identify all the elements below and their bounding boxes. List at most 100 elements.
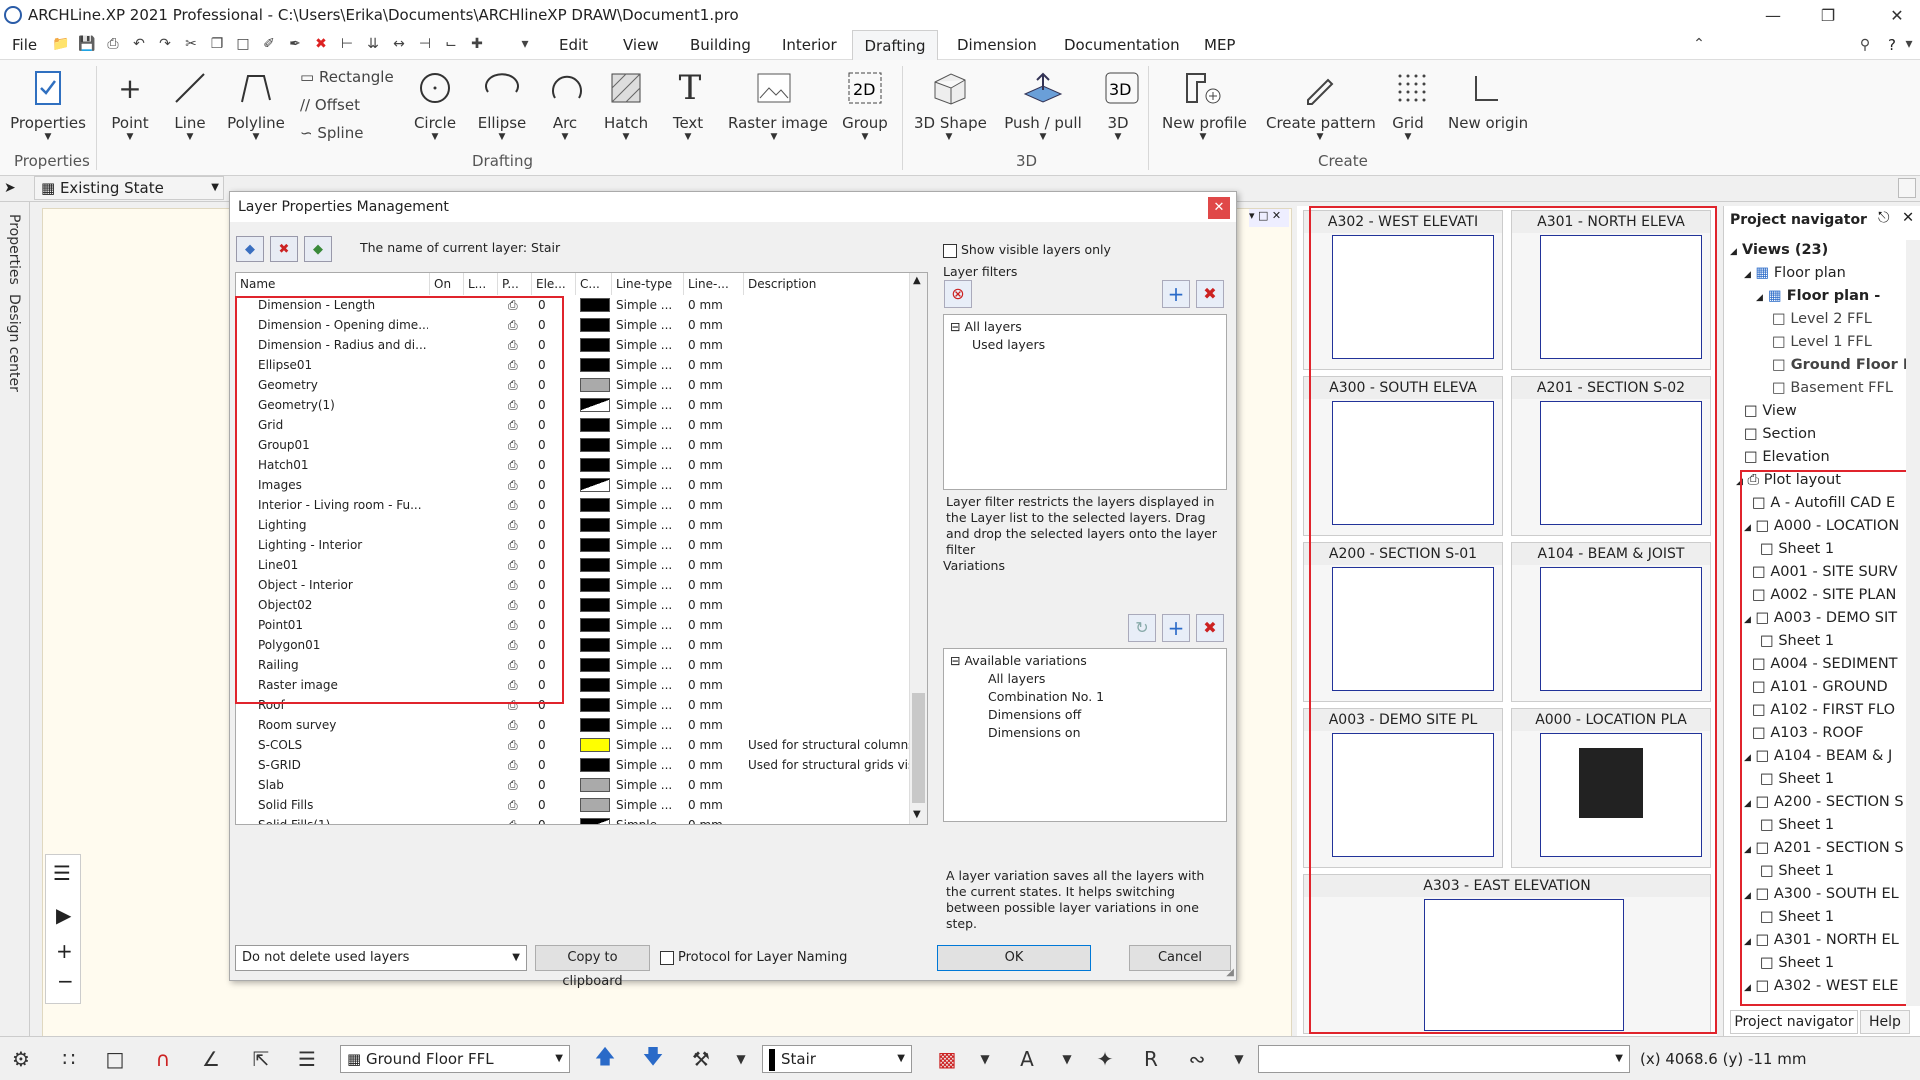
line-width[interactable]: 0 mm xyxy=(688,735,742,755)
close-icon[interactable]: ✕ xyxy=(1874,0,1920,30)
eraser-icon[interactable]: ▩ xyxy=(930,1043,964,1075)
column-header[interactable]: C... xyxy=(576,273,612,295)
column-header[interactable]: Line-... xyxy=(684,273,744,295)
line-width[interactable]: 0 mm xyxy=(688,615,742,635)
color-swatch[interactable] xyxy=(580,798,610,812)
menu-interior[interactable]: Interior xyxy=(776,30,843,60)
command-input[interactable]: ▼ xyxy=(1258,1045,1630,1073)
printer-icon[interactable]: ⎙ xyxy=(508,795,526,815)
properties-tab[interactable]: Properties xyxy=(6,214,22,285)
column-header[interactable]: Ele... xyxy=(532,273,576,295)
spline-button[interactable]: ∽ Spline xyxy=(300,124,363,142)
chevron-down-icon[interactable]: ▼ xyxy=(1222,1043,1256,1075)
line-type[interactable]: Simple ... xyxy=(616,735,682,755)
navigator-item[interactable]: □ Level 1 FFL xyxy=(1772,334,1872,350)
delete-filter-button[interactable]: ✖ xyxy=(1196,280,1224,308)
floor-up-icon[interactable]: 🡅 xyxy=(588,1043,622,1075)
hammer-3d-icon[interactable]: ⚒ xyxy=(684,1043,718,1075)
navigator-item[interactable]: □ Basement FFL xyxy=(1772,380,1893,396)
rectangle-button[interactable]: ▭ Rectangle xyxy=(300,68,394,86)
layer-select[interactable]: Stair ▼ xyxy=(762,1045,912,1073)
line-width[interactable]: 0 mm xyxy=(688,395,742,415)
delete-variation-button[interactable]: ✖ xyxy=(1196,614,1224,642)
line-width[interactable]: 0 mm xyxy=(688,475,742,495)
point-button[interactable]: + Point ▼ xyxy=(108,66,152,150)
variation-item[interactable]: All layers xyxy=(988,671,1045,686)
line-width[interactable]: 0 mm xyxy=(688,775,742,795)
copy-clipboard-button[interactable]: Copy to clipboard xyxy=(535,945,650,989)
line-width[interactable]: 0 mm xyxy=(688,595,742,615)
group-button[interactable]: 2D Group ▼ xyxy=(842,66,888,150)
line-type[interactable]: Simple ... xyxy=(616,295,682,315)
zoom-in-icon[interactable]: + xyxy=(56,939,73,963)
printer-icon[interactable]: ⎙ xyxy=(508,815,526,824)
variation-item[interactable]: Dimensions on xyxy=(988,725,1081,740)
floor-down-icon[interactable]: 🡇 xyxy=(636,1043,670,1075)
state-dropdown[interactable]: ▦ Existing State ▼ xyxy=(34,176,224,200)
polyline-button[interactable]: Polyline ▼ xyxy=(226,66,286,150)
table-row[interactable]: ◆S-COLS●🔒⎙0Simple ...0 mmUsed for struct… xyxy=(236,735,910,755)
angle-icon[interactable]: ∠ xyxy=(194,1043,228,1075)
table-row[interactable]: ◆S-GRID●🔒⎙0Simple ...0 mmUsed for struct… xyxy=(236,755,910,775)
corner-icon[interactable]: ⌙ xyxy=(442,35,460,53)
line-width[interactable]: 0 mm xyxy=(688,795,742,815)
zoom-out-icon[interactable]: − xyxy=(57,969,74,993)
line-width[interactable]: 0 mm xyxy=(688,755,742,775)
pin-icon[interactable]: ➤ xyxy=(4,180,16,196)
scroll-down-icon[interactable]: ▼ xyxy=(913,809,921,820)
pin-icon[interactable]: ⎋ xyxy=(1878,210,1889,226)
undo-icon[interactable]: ↶ xyxy=(130,35,148,53)
line-width[interactable]: 0 mm xyxy=(688,715,742,735)
print-icon[interactable]: ⎙ xyxy=(104,35,122,53)
variation-root[interactable]: ⊟ Available variations xyxy=(950,653,1087,668)
line-type[interactable]: Simple ... xyxy=(616,675,682,695)
cut-icon[interactable]: ✂ xyxy=(182,35,200,53)
column-header[interactable]: P... xyxy=(498,273,532,295)
navigator-item[interactable]: ◢ ▦ Floor plan xyxy=(1744,265,1846,281)
design-center-tab[interactable]: Design center xyxy=(6,294,22,392)
navigator-item[interactable]: □ Section xyxy=(1744,426,1816,442)
select-icon[interactable]: ⇱ xyxy=(244,1043,278,1075)
show-visible-checkbox[interactable]: Show visible layers only xyxy=(943,242,1111,258)
menu-edit[interactable]: Edit xyxy=(553,30,594,60)
line-width[interactable]: 0 mm xyxy=(688,815,742,824)
line-type[interactable]: Simple ... xyxy=(616,635,682,655)
line-type[interactable]: Simple ... xyxy=(616,775,682,795)
line-type[interactable]: Simple ... xyxy=(616,375,682,395)
frame-icon[interactable]: □ xyxy=(98,1043,132,1075)
line-type[interactable]: Simple ... xyxy=(616,495,682,515)
line-type[interactable]: Simple ... xyxy=(616,355,682,375)
collapse-ribbon-icon[interactable]: ⌃ xyxy=(1690,35,1708,53)
column-header[interactable]: On xyxy=(430,273,464,295)
table-row[interactable]: ◆Solid Fills●🔒⎙0Simple ...0 mm xyxy=(236,795,910,815)
ellipse-button[interactable]: Ellipse ▼ xyxy=(476,66,528,150)
line-type[interactable]: Simple ... xyxy=(616,755,682,775)
line-width[interactable]: 0 mm xyxy=(688,655,742,675)
navigator-item[interactable]: □ Level 2 FFL xyxy=(1772,311,1872,327)
color-swatch[interactable] xyxy=(580,478,610,492)
line-type[interactable]: Simple ... xyxy=(616,795,682,815)
color-swatch[interactable] xyxy=(580,378,610,392)
line-width[interactable]: 0 mm xyxy=(688,635,742,655)
filter-used-layers[interactable]: Used layers xyxy=(972,337,1045,352)
line-type[interactable]: Simple ... xyxy=(616,515,682,535)
line-type[interactable]: Simple ... xyxy=(616,395,682,415)
3d-view-button[interactable]: 3D 3D ▼ xyxy=(1100,66,1139,150)
table-row[interactable]: ◆Room survey●🔒⎙0Simple ...0 mm xyxy=(236,715,910,735)
chevron-down-icon[interactable]: ▼ xyxy=(968,1043,1002,1075)
new-profile-button[interactable]: New profile ▼ xyxy=(1162,66,1247,150)
play-icon[interactable]: ▶ xyxy=(56,903,71,927)
color-swatch[interactable] xyxy=(580,578,610,592)
color-swatch[interactable] xyxy=(580,418,610,432)
line-type[interactable]: Simple ... xyxy=(616,815,682,824)
line-type[interactable]: Simple ... xyxy=(616,415,682,435)
add-variation-button[interactable]: + xyxy=(1162,614,1190,642)
offset-button[interactable]: ∕∕ Offset xyxy=(300,96,360,114)
navigator-item[interactable]: ◢ Views (23) xyxy=(1730,242,1828,258)
menu-documentation[interactable]: Documentation xyxy=(1058,30,1186,60)
navigator-item[interactable]: □ View xyxy=(1744,403,1797,419)
scroll-thumb[interactable] xyxy=(912,693,925,803)
chevron-down-icon[interactable]: ▼ xyxy=(1050,1043,1084,1075)
line-button[interactable]: Line ▼ xyxy=(168,66,212,150)
match-icon[interactable]: ✐ xyxy=(260,35,278,53)
